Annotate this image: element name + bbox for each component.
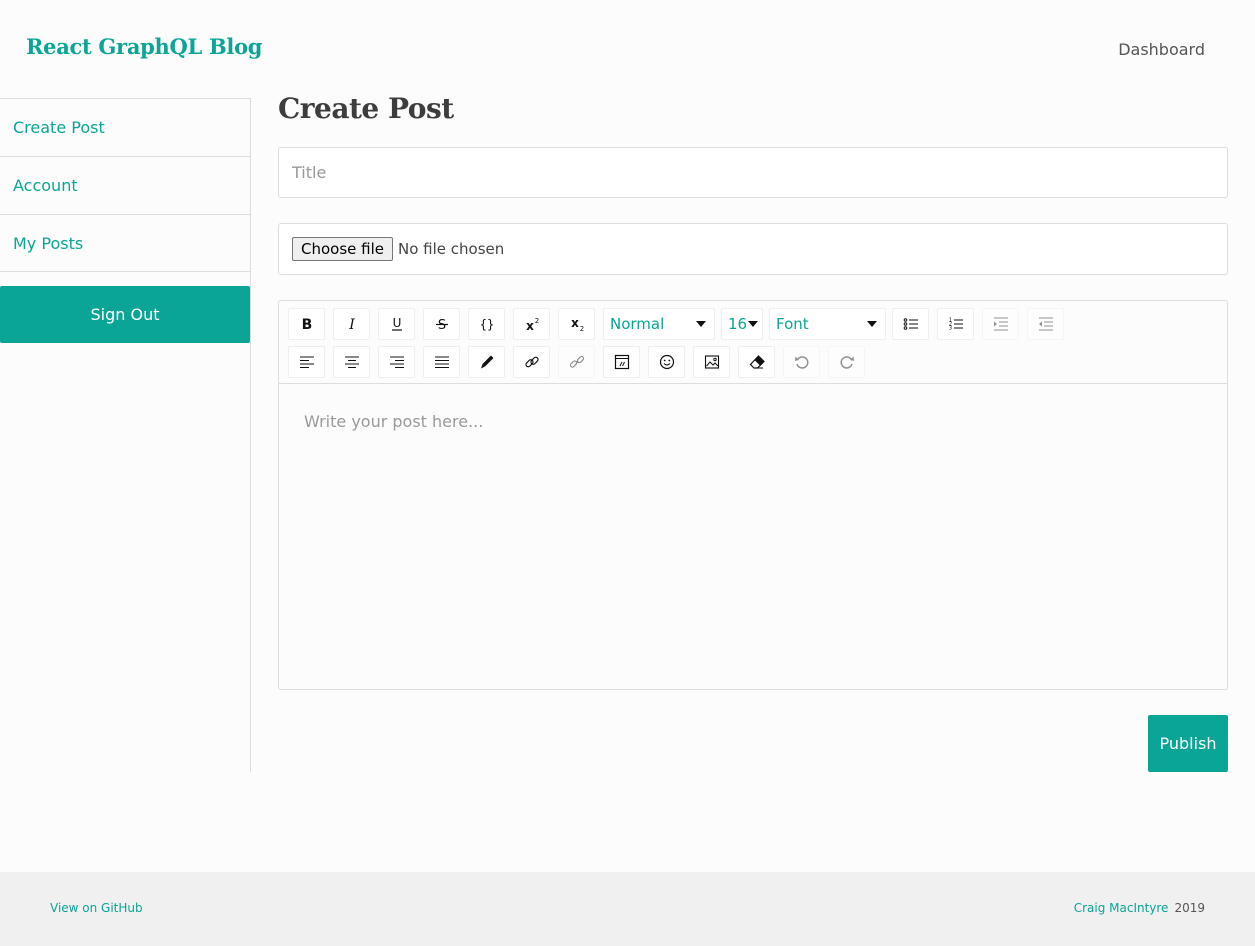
- publish-button[interactable]: Publish: [1148, 715, 1228, 772]
- editor-content-area[interactable]: Write your post here...: [279, 385, 1227, 689]
- svg-text:2: 2: [579, 325, 583, 332]
- file-upload-field: Choose file No file chosen: [278, 223, 1228, 275]
- indent-icon[interactable]: [982, 308, 1019, 340]
- ordered-list-icon[interactable]: 123: [937, 308, 974, 340]
- svg-text:U: U: [392, 316, 401, 330]
- svg-text:3: 3: [948, 326, 951, 332]
- redo-icon[interactable]: [828, 346, 865, 378]
- svg-text:{}: {}: [479, 318, 493, 332]
- underline-icon[interactable]: U: [378, 308, 415, 340]
- align-left-icon[interactable]: [288, 346, 325, 378]
- image-icon[interactable]: [693, 346, 730, 378]
- italic-icon[interactable]: I: [333, 308, 370, 340]
- unordered-list-icon[interactable]: [892, 308, 929, 340]
- nav-dashboard-link[interactable]: Dashboard: [1118, 40, 1205, 59]
- sidebar-item-account[interactable]: Account: [0, 156, 250, 214]
- font-size-value: 16: [728, 315, 748, 333]
- unlink-icon[interactable]: [558, 346, 595, 378]
- editor-toolbar: B I U S {} x2 x2 Normal: [279, 301, 1227, 384]
- sign-out-button[interactable]: Sign Out: [0, 286, 250, 343]
- undo-icon[interactable]: [783, 346, 820, 378]
- view-on-github-link[interactable]: View on GitHub: [50, 901, 143, 915]
- bold-icon[interactable]: B: [288, 308, 325, 340]
- sidebar: Create Post Account My Posts Sign Out: [0, 98, 251, 772]
- svg-text:B: B: [301, 317, 312, 332]
- font-family-dropdown[interactable]: Font: [769, 308, 886, 340]
- color-picker-icon[interactable]: [468, 346, 505, 378]
- page-title: Create Post: [278, 92, 454, 125]
- block-type-value: Normal: [610, 315, 665, 333]
- emoji-icon[interactable]: [648, 346, 685, 378]
- author-link[interactable]: Craig MacIntyre: [1074, 901, 1169, 915]
- svg-text:I: I: [348, 317, 355, 332]
- editor-placeholder: Write your post here...: [304, 412, 484, 431]
- chevron-down-icon: [867, 321, 877, 327]
- svg-text:2: 2: [534, 317, 538, 325]
- choose-file-button[interactable]: Choose file: [292, 237, 393, 261]
- subscript-icon[interactable]: x2: [558, 308, 595, 340]
- eraser-icon[interactable]: [738, 346, 775, 378]
- footer-year: 2019: [1174, 901, 1205, 915]
- font-size-dropdown[interactable]: 16: [721, 308, 763, 340]
- sidebar-item-create-post[interactable]: Create Post: [0, 98, 250, 156]
- sidebar-item-my-posts[interactable]: My Posts: [0, 214, 250, 272]
- link-icon[interactable]: [513, 346, 550, 378]
- align-center-icon[interactable]: [333, 346, 370, 378]
- align-right-icon[interactable]: [378, 346, 415, 378]
- title-input[interactable]: [278, 147, 1228, 198]
- footer-credit: Craig MacIntyre 2019: [1074, 901, 1205, 915]
- svg-text:x: x: [526, 319, 534, 332]
- outdent-icon[interactable]: [1027, 308, 1064, 340]
- chevron-down-icon: [748, 321, 758, 327]
- code-icon[interactable]: {}: [468, 308, 505, 340]
- toolbar-row-2: [288, 346, 1227, 379]
- embed-icon[interactable]: [603, 346, 640, 378]
- block-type-dropdown[interactable]: Normal: [603, 308, 715, 340]
- rich-text-editor: B I U S {} x2 x2 Normal: [278, 300, 1228, 690]
- font-family-value: Font: [776, 315, 809, 333]
- svg-text:x: x: [571, 316, 579, 330]
- footer: View on GitHub Craig MacIntyre 2019: [0, 872, 1255, 946]
- file-status-text: No file chosen: [398, 240, 505, 258]
- superscript-icon[interactable]: x2: [513, 308, 550, 340]
- toolbar-row-1: B I U S {} x2 x2 Normal: [288, 308, 1227, 341]
- strikethrough-icon[interactable]: S: [423, 308, 460, 340]
- align-justify-icon[interactable]: [423, 346, 460, 378]
- brand-logo[interactable]: React GraphQL Blog: [26, 34, 262, 59]
- chevron-down-icon: [696, 321, 706, 327]
